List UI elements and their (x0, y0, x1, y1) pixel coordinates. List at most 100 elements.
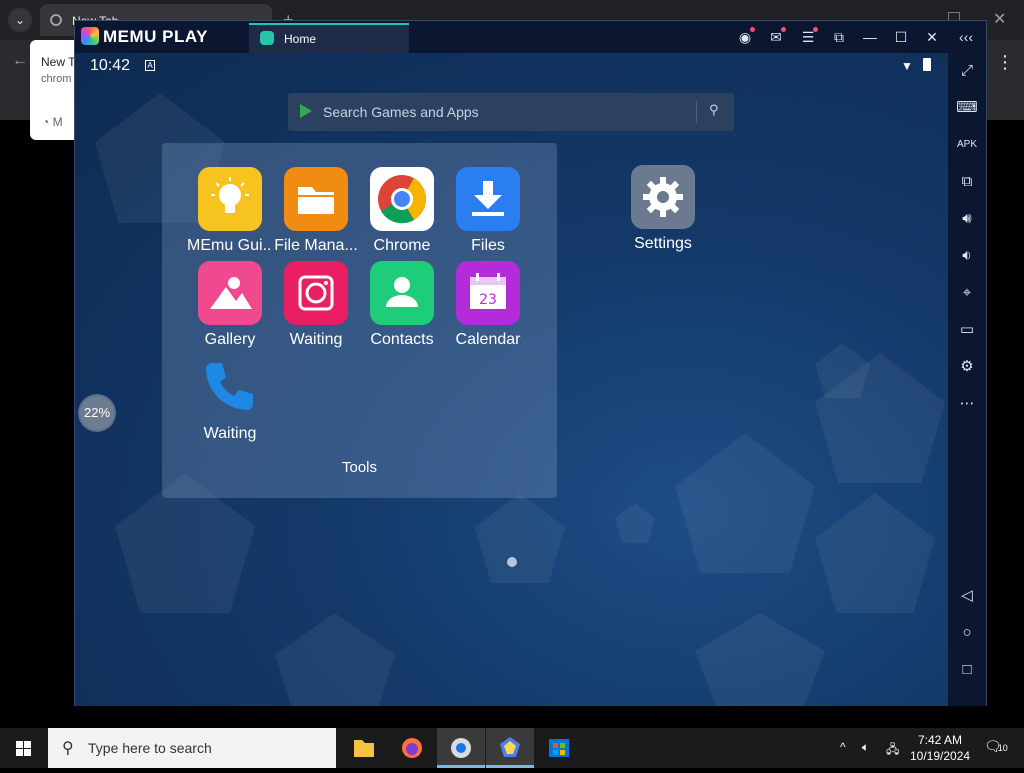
person-icon (370, 261, 434, 325)
app-label: Calendar (455, 331, 521, 348)
back-arrow-icon[interactable]: ← (12, 52, 28, 70)
image-icon (198, 261, 262, 325)
start-button[interactable] (0, 728, 48, 768)
app-label: File Mana... (274, 237, 358, 254)
taskbar-memu[interactable] (486, 728, 534, 768)
app-phone[interactable]: Waiting (187, 355, 273, 443)
wifi-icon: ▼ (901, 59, 913, 73)
clock-time: 7:42 AM (917, 733, 963, 747)
minimize-button[interactable]: — (860, 27, 880, 47)
tab-home[interactable]: Home (249, 23, 409, 53)
bg-shape (615, 503, 655, 543)
tab-search-button[interactable]: ⌄ (8, 8, 32, 32)
app-label: Gallery (204, 331, 256, 348)
taskbar-search-box[interactable]: ⚲ Type here to search (48, 728, 336, 768)
settings-gear-icon[interactable]: ⚙ (948, 356, 986, 378)
app-camera[interactable]: Waiting (273, 261, 359, 349)
volume-down-icon[interactable]: 🔉︎ (948, 245, 986, 267)
bg-shape (695, 613, 825, 706)
multi-window-icon[interactable]: ⧉ (948, 171, 986, 193)
play-store-icon (300, 104, 312, 118)
android-screen[interactable]: 10:42 A ▼ Search Games and Apps ⚲ MEmu G… (75, 53, 948, 706)
page-indicator-dot (507, 557, 517, 567)
globe-icon (50, 14, 62, 26)
app-label: Files (471, 237, 505, 254)
app-label: MEmu Gui... (187, 237, 273, 254)
close-button[interactable]: ✕ (922, 27, 942, 47)
memu-sidebar: ⤢ ⌨ APK ⧉ 🔊︎ 🔉︎ ⌖ ▭ ⚙ ⋯ ◁ ○ □ (948, 53, 986, 706)
window-mode-icon[interactable]: ⧉ (829, 27, 849, 47)
camera-icon (284, 261, 348, 325)
speaker-muted-icon[interactable]: 🔈︎ (862, 740, 869, 755)
status-time: 10:42 (90, 57, 131, 74)
battery-icon (923, 58, 931, 71)
lightbulb-icon (198, 167, 262, 231)
taskbar-store[interactable] (535, 728, 583, 768)
fullscreen-icon[interactable]: ⤢ (948, 60, 986, 82)
svg-text:23: 23 (479, 292, 497, 308)
memu-logo: MEMU PLAY (81, 27, 208, 47)
account-icon[interactable]: ◉ (735, 27, 755, 47)
tools-folder: MEmu Gui... File Mana... Chrome Files Ga… (162, 143, 557, 498)
volume-up-icon[interactable]: 🔊︎ (948, 208, 986, 230)
app-label: Contacts (370, 331, 434, 348)
location-icon[interactable]: ⌖ (948, 282, 986, 304)
windows-taskbar: ⚲ Type here to search ^ 🔈︎ 🖧︎ 7:42 AM 10… (0, 728, 1024, 768)
app-calendar[interactable]: 23 Calendar (445, 261, 531, 349)
mail-icon[interactable]: ✉ (766, 27, 786, 47)
progress-indicator[interactable]: 22% (80, 396, 114, 430)
notification-count: 10 (997, 743, 1008, 753)
home-tab-icon (260, 31, 274, 45)
taskbar-search-placeholder: Type here to search (88, 740, 212, 756)
taskbar-firefox[interactable] (388, 728, 436, 768)
search-icon: ⚲ (62, 740, 74, 757)
app-search-bar[interactable]: Search Games and Apps ⚲ (288, 93, 734, 131)
back-nav-icon[interactable]: ◁ (948, 585, 986, 607)
bg-shape (675, 433, 815, 573)
app-contacts[interactable]: Contacts (359, 261, 445, 349)
bg-shape (815, 493, 935, 613)
home-nav-icon[interactable]: ○ (948, 622, 986, 644)
taskbar-file-explorer[interactable] (340, 728, 388, 768)
download-icon (456, 167, 520, 231)
show-hidden-icons[interactable]: ^ (840, 740, 846, 754)
maximize-button[interactable]: ☐ (891, 27, 911, 47)
calendar-icon: 23 (456, 261, 520, 325)
gear-icon (631, 165, 695, 229)
memu-window: MEMU PLAY Home ◉ ✉ ☰ ⧉ — ☐ ✕ ‹‹‹ 10:42 A… (74, 20, 987, 706)
apk-icon[interactable]: APK (948, 134, 986, 156)
keyboard-icon[interactable]: ⌨ (948, 97, 986, 119)
folder-share-icon[interactable]: ▭ (948, 319, 986, 341)
chrome-icon (370, 167, 434, 231)
browser-menu-button[interactable]: ⋮ (996, 52, 1014, 73)
more-options-icon[interactable]: ⋯ (948, 393, 986, 415)
bg-shape (475, 493, 565, 583)
bg-shape (275, 613, 395, 706)
app-settings[interactable]: Settings (620, 165, 706, 253)
network-icon[interactable]: 🖧︎ (886, 740, 899, 761)
bg-shape (815, 343, 870, 398)
app-label: Waiting (289, 331, 343, 348)
collapse-sidebar-icon[interactable]: ‹‹‹ (956, 27, 976, 47)
search-divider (696, 101, 697, 123)
app-chrome[interactable]: Chrome (359, 167, 445, 255)
app-file-manager[interactable]: File Mana... (273, 167, 359, 255)
app-gallery[interactable]: Gallery (187, 261, 273, 349)
search-icon[interactable]: ⚲ (709, 102, 719, 118)
app-memu-guide[interactable]: MEmu Gui... (187, 167, 273, 255)
folder-icon (284, 167, 348, 231)
status-a-icon: A (145, 60, 155, 71)
notification-icon[interactable]: 🗨︎10 (984, 738, 1008, 755)
taskbar-clock[interactable]: 7:42 AM 10/19/2024 (910, 732, 970, 764)
memu-logo-icon (81, 27, 99, 45)
phone-icon (198, 355, 262, 419)
folder-title[interactable]: Tools (162, 459, 557, 476)
recents-nav-icon[interactable]: □ (948, 659, 986, 681)
taskbar-chrome[interactable] (437, 728, 485, 768)
tab-home-label: Home (284, 32, 317, 46)
app-files[interactable]: Files (445, 167, 531, 255)
menu-icon[interactable]: ☰ (798, 27, 818, 47)
browser-close-button[interactable]: ✕ (993, 9, 1006, 29)
clock-date: 10/19/2024 (910, 749, 971, 763)
app-label: Settings (634, 235, 692, 252)
